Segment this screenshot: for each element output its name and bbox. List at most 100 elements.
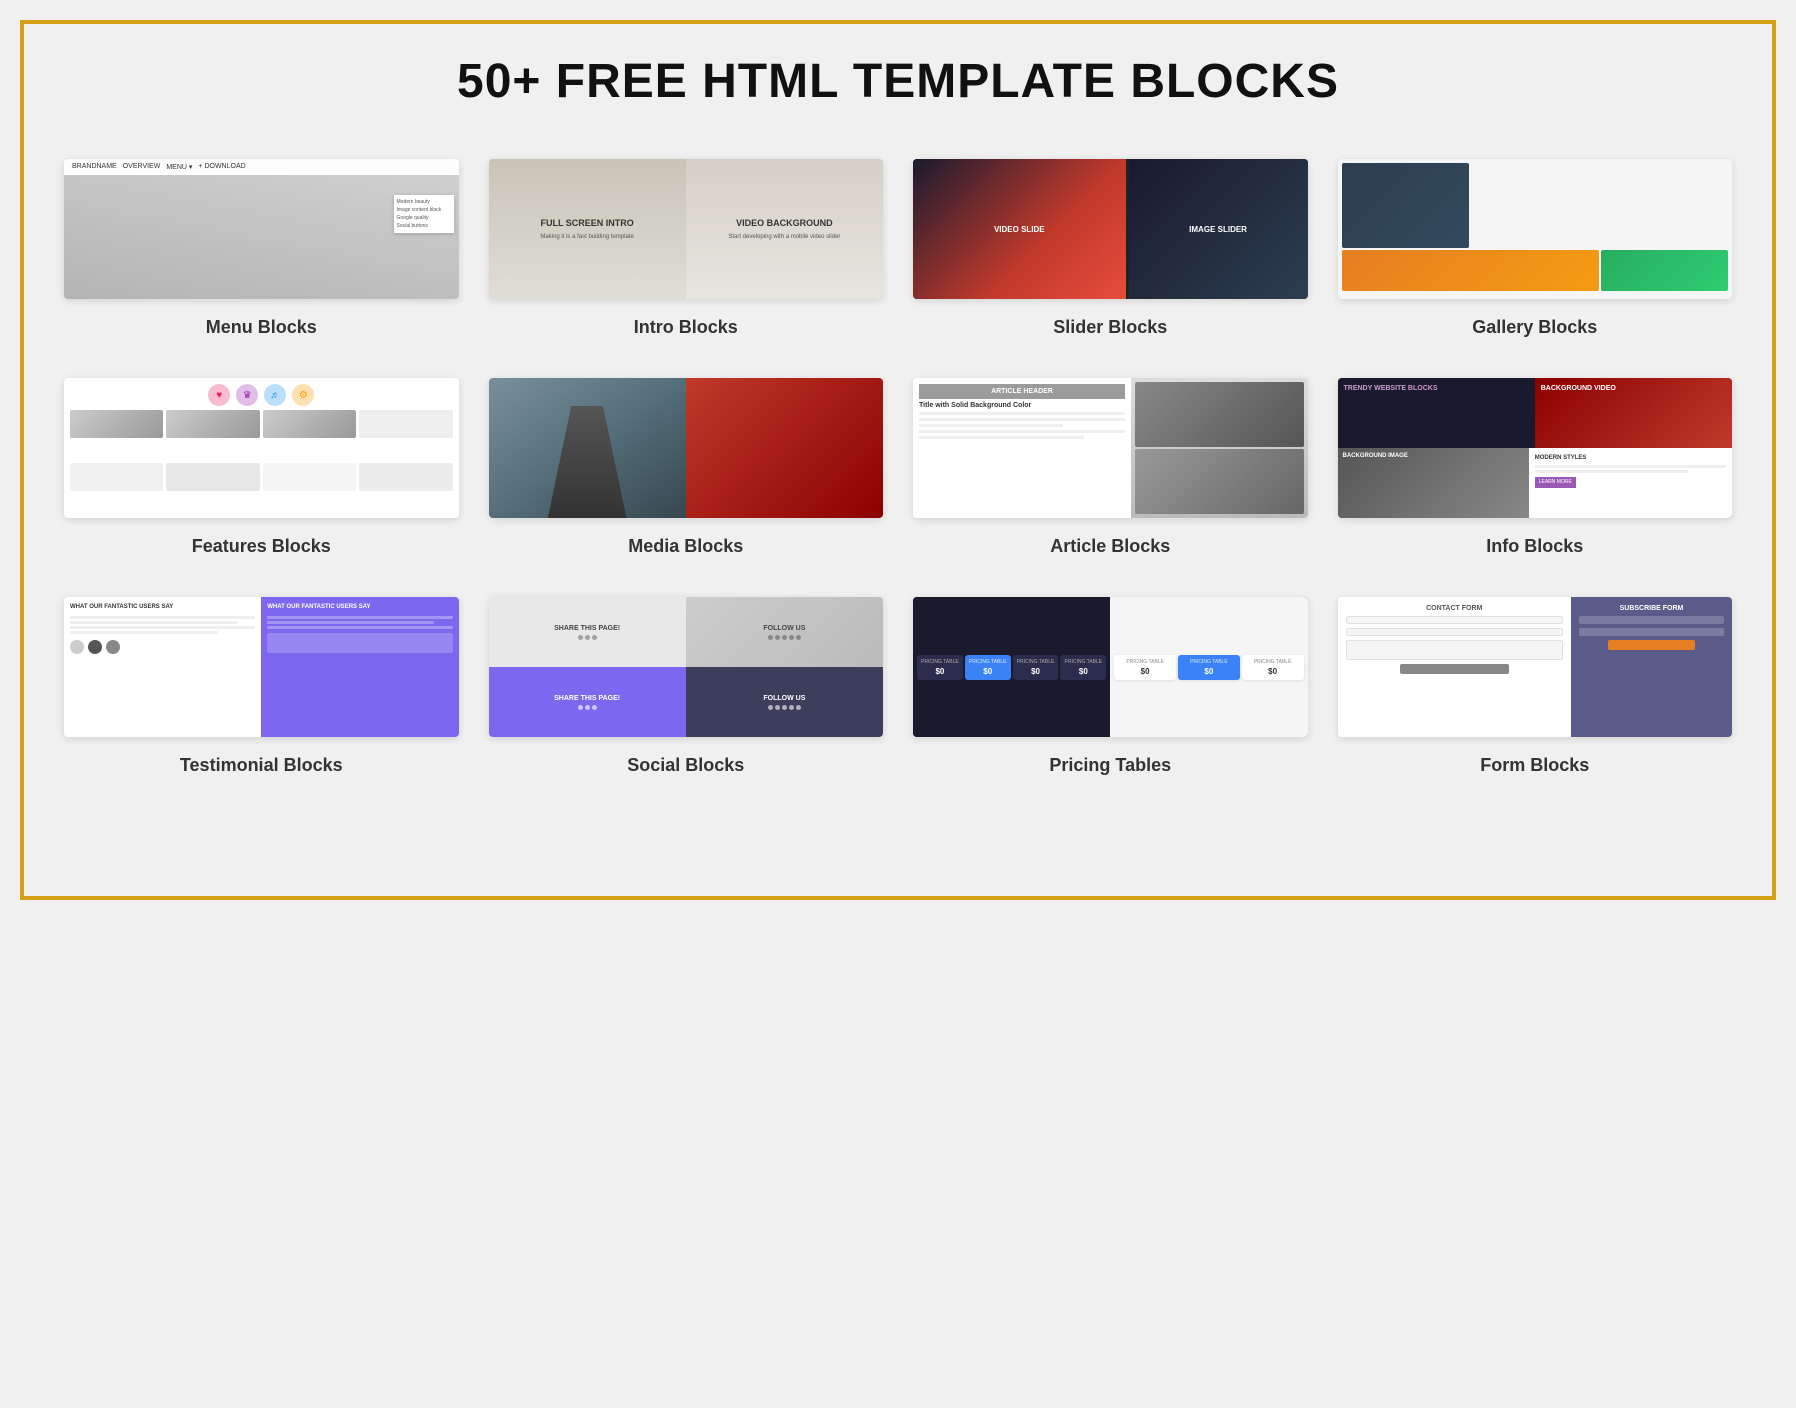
feat-icon-gear: ⚙ (292, 384, 314, 406)
info-text1: TRENDY WEBSITE BLOCKS (1344, 385, 1438, 392)
block-item-slider[interactable]: VIDEO SLIDE IMAGE SLIDER Slider Blocks (913, 159, 1308, 338)
social-share-text-gray: SHARE THIS PAGE! (554, 625, 620, 632)
block-item-features[interactable]: ♥ ♛ ♬ ⚙ Features Blocks (64, 378, 459, 557)
feat-card-8 (359, 463, 452, 491)
info-text4-lines (1535, 465, 1726, 468)
price-card-light-2: PRICING TABLE $0 (1178, 655, 1240, 680)
testi-avatars (70, 640, 255, 654)
feat-icons-row: ♥ ♛ ♬ ⚙ (70, 384, 453, 406)
form-field-1 (1346, 616, 1564, 624)
social-share-text-purple: SHARE THIS PAGE! (554, 695, 620, 702)
form-field-dark-1 (1579, 616, 1724, 624)
social-dots-dark (768, 705, 801, 710)
info-label: Info Blocks (1486, 536, 1583, 557)
block-item-menu[interactable]: BRANDNAME OVERVIEW MENU ▾ + DOWNLOAD Mod… (64, 159, 459, 338)
social-dot-p1 (578, 705, 583, 710)
social-dot-5 (775, 635, 780, 640)
social-bottom: SHARE THIS PAGE! FOLLOW US (489, 667, 884, 737)
menu-label: Menu Blocks (206, 317, 317, 338)
block-item-gallery[interactable]: Gallery Blocks (1338, 159, 1733, 338)
social-follow-dark: FOLLOW US (686, 667, 883, 737)
slide-right: IMAGE SLIDER (1129, 159, 1308, 299)
testi-left-text3 (70, 626, 255, 629)
block-item-info[interactable]: TRENDY WEBSITE BLOCKS BACKGROUND VIDEO B… (1338, 378, 1733, 557)
info-text3: BACKGROUND IMAGE (1338, 448, 1529, 464)
social-dots-gray (578, 635, 597, 640)
features-label: Features Blocks (192, 536, 331, 557)
form-field-3 (1346, 640, 1564, 660)
preview-info: TRENDY WEBSITE BLOCKS BACKGROUND VIDEO B… (1338, 378, 1733, 518)
price-amount-1: $0 (935, 667, 944, 676)
page-title: 50+ FREE HTML TEMPLATE BLOCKS (64, 54, 1732, 109)
testi-left-text2 (70, 621, 237, 624)
price-label-light-3: PRICING TABLE (1254, 659, 1292, 665)
block-item-article[interactable]: ARTICLE HEADER Title with Solid Backgrou… (913, 378, 1308, 557)
blocks-grid: BRANDNAME OVERVIEW MENU ▾ + DOWNLOAD Mod… (64, 159, 1732, 776)
form-field-dark-2 (1579, 628, 1724, 636)
art-right (1131, 378, 1308, 518)
menu-item3: + DOWNLOAD (198, 163, 245, 171)
preview-gallery (1338, 159, 1733, 299)
intro-right: VIDEO BACKGROUND Start developing with a… (686, 159, 883, 299)
social-dot-p2 (585, 705, 590, 710)
info-purple-btn: LEARN MORE (1535, 477, 1576, 488)
price-label-4: PRICING TABLE (1065, 659, 1103, 665)
form-subscribe-title: SUBSCRIBE FORM (1579, 605, 1724, 612)
art-img-1 (1135, 382, 1304, 447)
social-dot-7 (789, 635, 794, 640)
block-item-testimonial[interactable]: WHAT OUR FANTASTIC USERS SAY WHAT OUR FA… (64, 597, 459, 776)
block-item-intro[interactable]: FULL SCREEN INTRO Making it is a fast bu… (489, 159, 884, 338)
preview-slider: VIDEO SLIDE IMAGE SLIDER (913, 159, 1308, 299)
testi-right-text1 (267, 616, 452, 619)
feat-card-5 (70, 463, 163, 491)
form-submit-btn (1400, 664, 1509, 674)
page-wrapper: 50+ FREE HTML TEMPLATE BLOCKS BRANDNAME … (20, 20, 1776, 900)
price-card-4: PRICING TABLE $0 (1060, 655, 1106, 680)
form-field-2 (1346, 628, 1564, 636)
gallery-label: Gallery Blocks (1472, 317, 1597, 338)
bg-person (64, 175, 459, 299)
menu-item2: MENU ▾ (166, 163, 192, 171)
feat-cards-grid (70, 410, 453, 512)
info-text4-lines2 (1535, 470, 1688, 473)
social-follow-gray: FOLLOW US (686, 597, 883, 667)
art-img-2 (1135, 449, 1304, 514)
art-header: ARTICLE HEADER (919, 384, 1125, 399)
intro-right-title: VIDEO BACKGROUND (736, 218, 833, 230)
price-amount-dark-2: $0 (1204, 667, 1213, 676)
art-left: ARTICLE HEADER Title with Solid Backgrou… (913, 378, 1131, 518)
art-line-5 (919, 436, 1084, 439)
form-label: Form Blocks (1480, 755, 1589, 776)
intro-left-title: FULL SCREEN INTRO (540, 218, 633, 230)
social-follow-text-dark: FOLLOW US (763, 695, 805, 702)
preview-intro: FULL SCREEN INTRO Making it is a fast bu… (489, 159, 884, 299)
block-item-pricing[interactable]: PRICING TABLE $0 PRICING TABLE $0 PRICIN… (913, 597, 1308, 776)
social-dot-d1 (768, 705, 773, 710)
art-line-1 (919, 412, 1125, 415)
intro-right-sub: Start developing with a mobile video sli… (728, 234, 840, 240)
gal-cell-3 (1601, 250, 1729, 291)
gal-cell-1 (1342, 250, 1599, 291)
price-label-1: PRICING TABLE (921, 659, 959, 665)
testi-right-text2 (267, 621, 434, 624)
price-amount-3: $0 (1031, 667, 1040, 676)
info-red: BACKGROUND VIDEO (1535, 378, 1732, 448)
social-dot-d2 (775, 705, 780, 710)
price-amount-dark-3: $0 (1268, 667, 1277, 676)
feat-icon-headphone: ♬ (264, 384, 286, 406)
price-amount-4: $0 (1079, 667, 1088, 676)
social-dots-purple (578, 705, 597, 710)
art-line-2 (919, 418, 1125, 421)
form-left: CONTACT FORM (1338, 597, 1572, 737)
testi-left-heading: WHAT OUR FANTASTIC USERS SAY (70, 603, 255, 612)
preview-form: CONTACT FORM SUBSCRIBE FORM (1338, 597, 1733, 737)
block-item-social[interactable]: SHARE THIS PAGE! FOLLOW US (489, 597, 884, 776)
feat-card-1 (70, 410, 163, 438)
preview-social: SHARE THIS PAGE! FOLLOW US (489, 597, 884, 737)
block-item-media[interactable]: Media Blocks (489, 378, 884, 557)
testi-left-text4 (70, 631, 218, 634)
block-item-form[interactable]: CONTACT FORM SUBSCRIBE FORM Form Blocks (1338, 597, 1733, 776)
price-left: PRICING TABLE $0 PRICING TABLE $0 PRICIN… (913, 597, 1110, 737)
social-dot-3 (592, 635, 597, 640)
intro-label: Intro Blocks (634, 317, 738, 338)
